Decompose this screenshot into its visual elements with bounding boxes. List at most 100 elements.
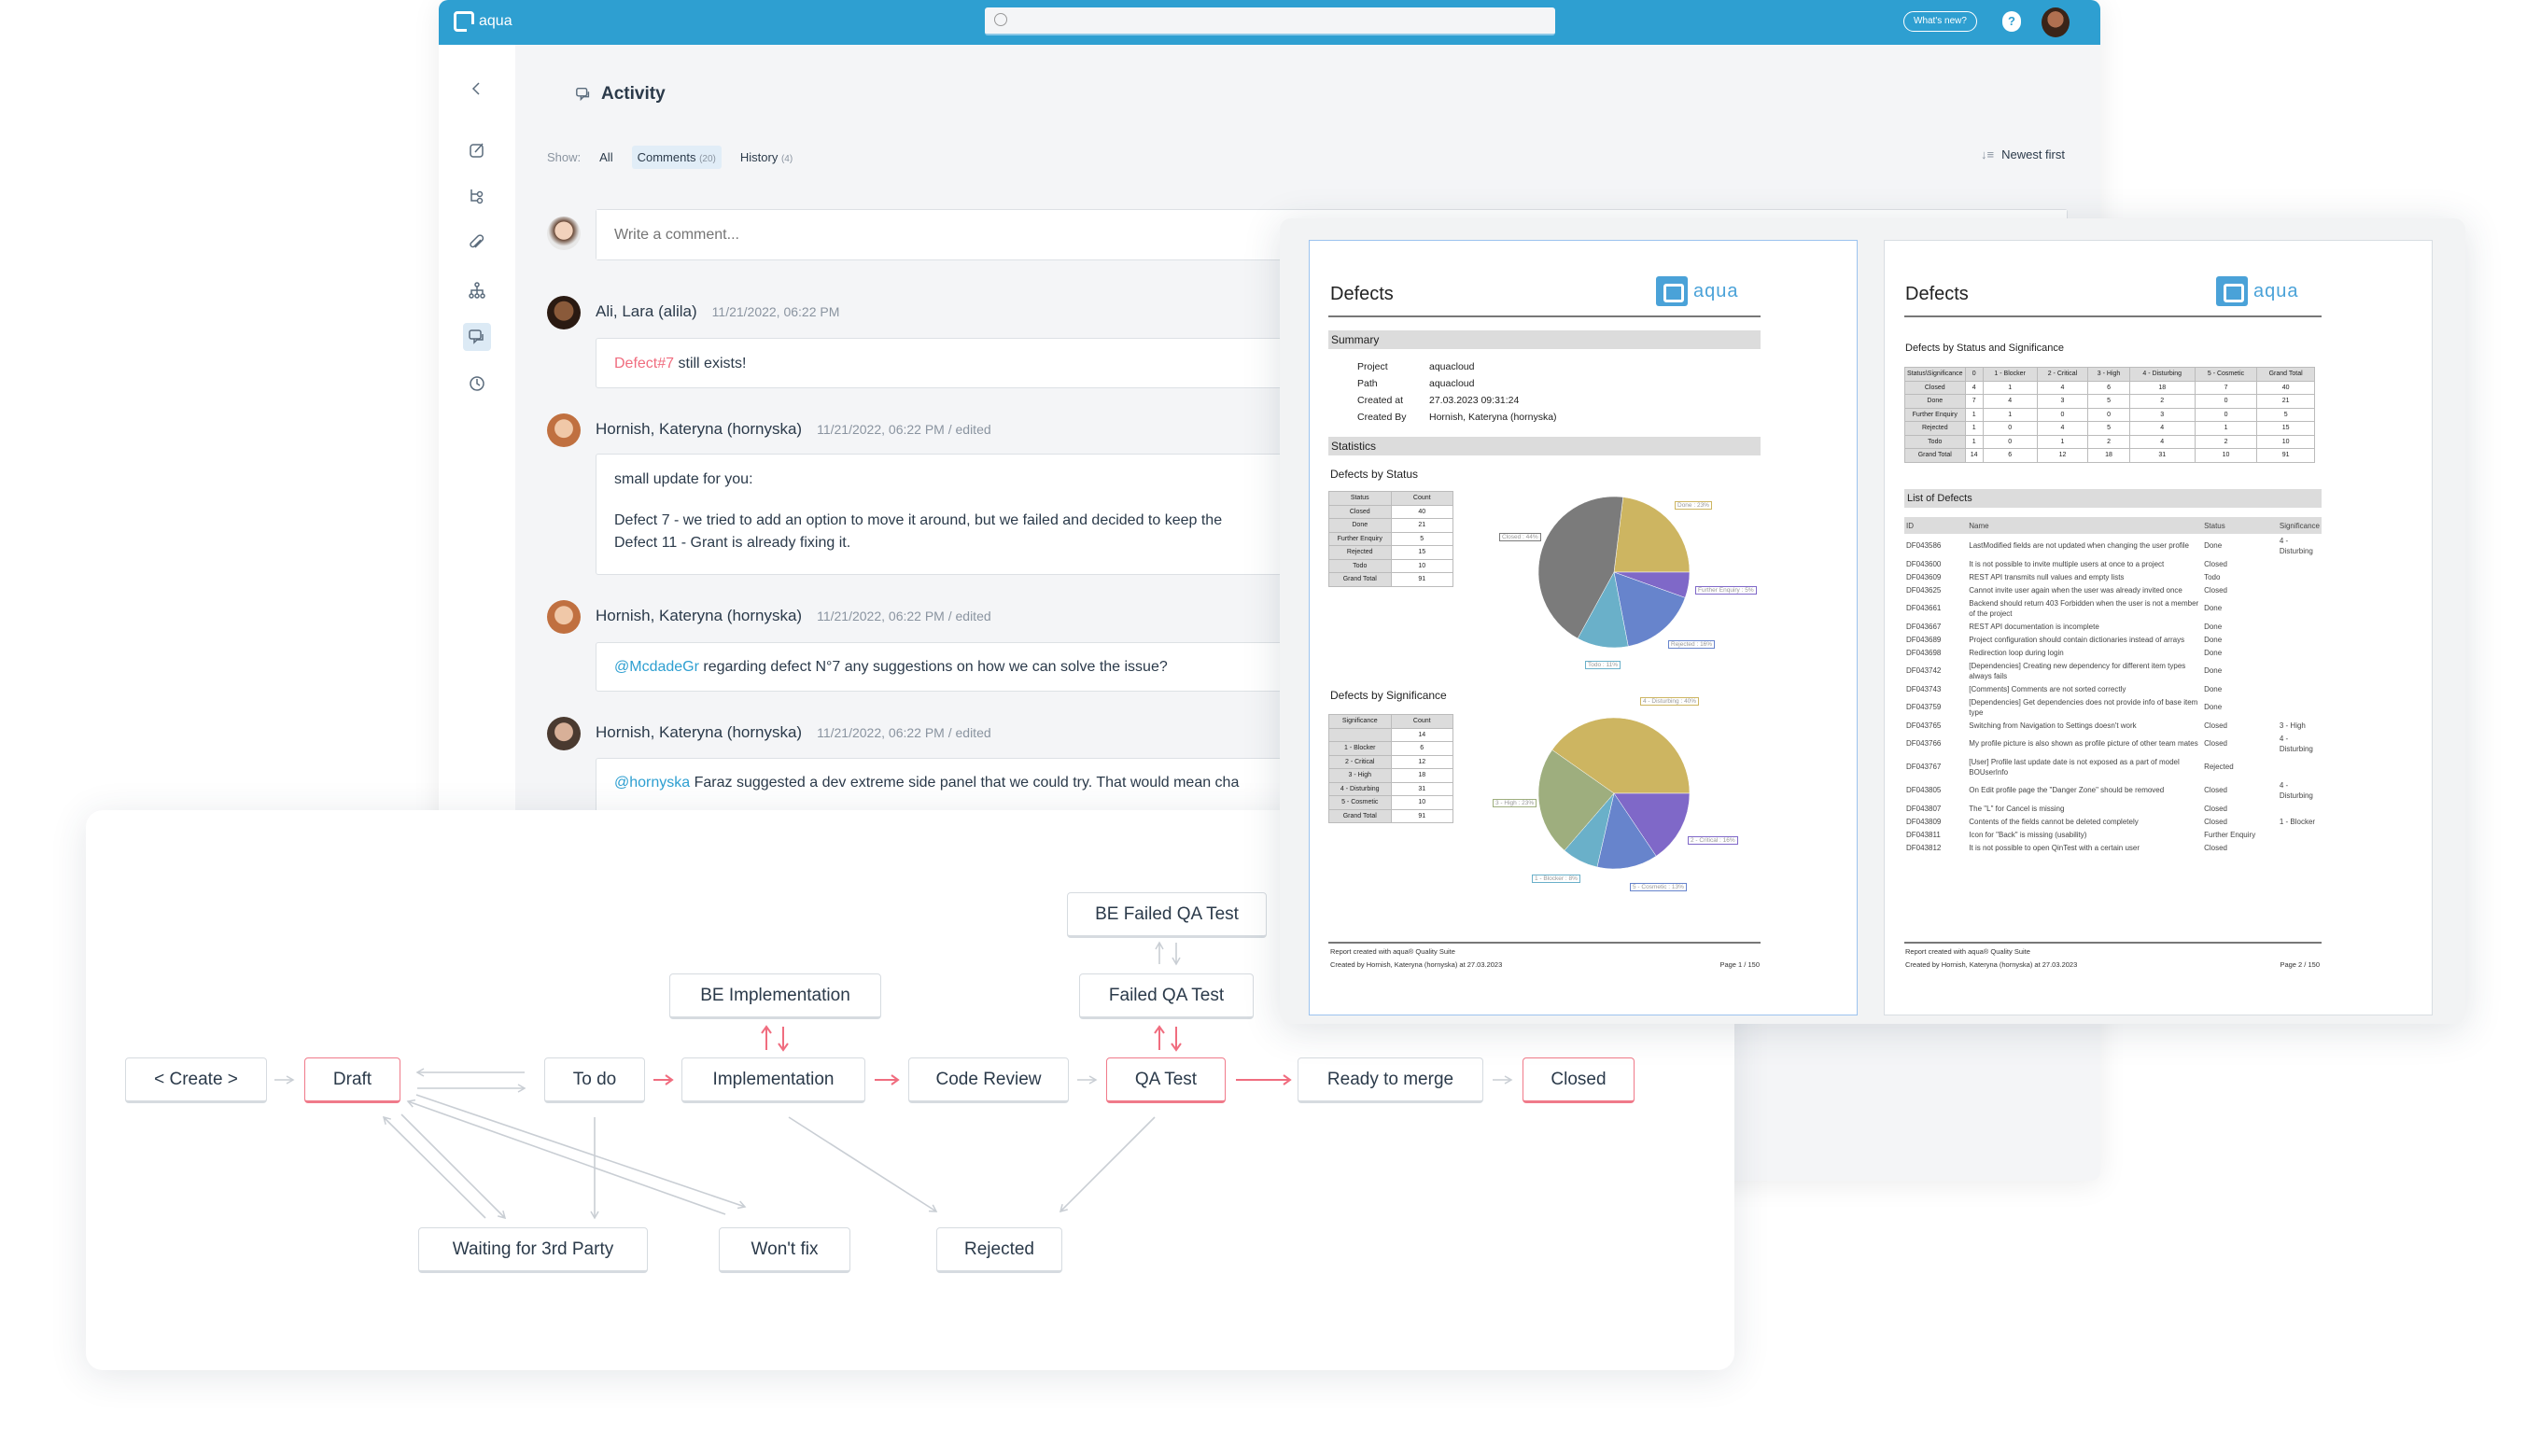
comment-text: still exists! [674, 356, 747, 371]
table-cell [2278, 557, 2322, 570]
footer-line: Report created with aqua® Quality Suite [1330, 947, 1455, 956]
comment-header: Hornish, Kateryna (hornyska) 11/21/2022,… [596, 420, 991, 439]
table-cell: 0 [1982, 421, 2038, 436]
search-input[interactable] [1013, 7, 1545, 34]
comments-icon[interactable] [463, 323, 491, 351]
table-cell: 4 [2128, 434, 2196, 449]
comment-timestamp: 11/21/2022, 06:22 PM / edited [817, 725, 991, 740]
filter-count: (4) [780, 154, 793, 164]
state-be-failed-qa-test[interactable]: BE Failed QA Test [1067, 892, 1267, 938]
comment-author[interactable]: Hornish, Kateryna (hornyska) [596, 607, 802, 625]
history-clock-icon[interactable] [463, 370, 491, 398]
state-ready-to-merge[interactable]: Ready to merge [1298, 1057, 1483, 1103]
list-heading: List of Defects [1904, 489, 2322, 508]
state-be-implementation[interactable]: BE Implementation [669, 973, 881, 1019]
state-waiting-3rd-party[interactable]: Waiting for 3rd Party [418, 1227, 648, 1273]
state-todo[interactable]: To do [544, 1057, 645, 1103]
filter-all[interactable]: All [594, 146, 618, 169]
comment-timestamp: 11/21/2022, 06:22 PM [711, 304, 840, 319]
defect-row: DF043759 [Dependencies] Get dependencies … [1904, 695, 2322, 719]
table-cell [2278, 620, 2322, 633]
table-cell: 91 [2256, 448, 2315, 463]
table-cell: Closed [2204, 804, 2227, 813]
comment-author[interactable]: Hornish, Kateryna (hornyska) [596, 420, 802, 439]
table-cell: It is not possible to open QinTest with … [1969, 843, 2140, 852]
comment-author[interactable]: Hornish, Kateryna (hornyska) [596, 723, 802, 742]
table-cell: Closed [2204, 585, 2227, 595]
pie-label: Rejected : 16% [1668, 640, 1716, 649]
state-code-review[interactable]: Code Review [908, 1057, 1069, 1103]
table-cell: 4 - Disturbing [2279, 780, 2313, 800]
state-create[interactable]: < Create > [125, 1057, 267, 1103]
table-cell: Further Enquiry [1904, 407, 1966, 422]
table-cell: Backend should return 403 Forbidden when… [1969, 598, 2199, 618]
tree-icon[interactable] [463, 182, 491, 210]
mention-link[interactable]: @McdadeGr [614, 659, 699, 675]
table-cell: Closed [1904, 380, 1966, 395]
matrix-title: Defects by Status and Significance [1905, 343, 2064, 354]
hierarchy-icon[interactable] [463, 276, 491, 304]
aqua-logo[interactable]: aqua [454, 11, 512, 32]
whats-new-button[interactable]: What's new? [1903, 11, 1977, 32]
table-cell: 0 [1982, 434, 2038, 449]
table-cell: Done [2204, 648, 2223, 657]
table-cell: 1 [2194, 421, 2258, 436]
attachment-icon[interactable] [463, 229, 491, 257]
defect-row: DF043767 [User] Profile last update date … [1904, 755, 2322, 778]
mention-link[interactable]: @hornyska [614, 775, 690, 791]
table-cell: Closed [2204, 817, 2227, 826]
state-rejected[interactable]: Rejected [936, 1227, 1062, 1273]
table-cell: 4 [1982, 394, 2038, 409]
table-cell: [Dependencies] Get dependencies does not… [1969, 697, 2198, 717]
defect-link[interactable]: Defect#7 [614, 356, 674, 371]
footer-divider [1904, 942, 2322, 944]
state-draft[interactable]: Draft [304, 1057, 400, 1103]
state-qa-test[interactable]: QA Test [1106, 1057, 1226, 1103]
table-cell: 4 [2036, 380, 2089, 395]
table-cell: Done [1904, 394, 1966, 409]
table-cell: 1 [1982, 380, 2038, 395]
table-header-cell: 4 - Disturbing [2128, 367, 2196, 382]
state-wont-fix[interactable]: Won't fix [719, 1227, 850, 1273]
table-cell: DF043766 [1906, 739, 1942, 748]
state-closed[interactable]: Closed [1523, 1057, 1635, 1103]
state-implementation[interactable]: Implementation [681, 1057, 865, 1103]
aqua-logo-icon [454, 11, 474, 32]
table-cell: 7 [2194, 380, 2258, 395]
table-cell: 2 [2087, 434, 2130, 449]
table-cell: Todo [1904, 434, 1966, 449]
comment-author[interactable]: Ali, Lara (alila) [596, 302, 697, 321]
filter-label: Comments [637, 150, 696, 164]
user-avatar[interactable] [2042, 7, 2070, 37]
report-title: Defects [1905, 284, 1969, 304]
sort-button[interactable]: ↓≡ Newest first [1981, 147, 2065, 161]
table-cell: Contents of the fields cannot be deleted… [1969, 817, 2139, 826]
table-header-cell: 5 - Cosmetic [2194, 367, 2258, 382]
table-cell: 1 [1964, 407, 1984, 422]
table-cell: 1 [1964, 421, 1984, 436]
defect-row: DF043586 LastModified fields are not upda… [1904, 534, 2322, 557]
table-cell: 21 [2256, 394, 2315, 409]
arrow-draft-wontfix [415, 1094, 747, 1210]
filter-history[interactable]: History (4) [735, 146, 798, 169]
global-search[interactable] [985, 7, 1555, 35]
table-cell: 4 [1964, 380, 1984, 395]
edit-icon[interactable] [463, 136, 491, 164]
show-label: Show: [547, 150, 582, 164]
table-cell: 12 [2036, 448, 2089, 463]
table-cell: DF043689 [1906, 635, 1942, 644]
defect-row: DF043698 Redirection loop during login Don… [1904, 646, 2322, 659]
table-cell: 4 - Disturbing [2279, 734, 2313, 753]
pie-label: Done : 23% [1675, 501, 1712, 510]
filter-comments[interactable]: Comments (20) [631, 146, 722, 169]
table-cell: It is not possible to invite multiple us… [1969, 559, 2165, 568]
table-cell: 5 [2087, 394, 2130, 409]
back-chevron-icon[interactable] [463, 75, 491, 103]
table-header-cell: 3 - High [2087, 367, 2130, 382]
state-failed-qa-test[interactable]: Failed QA Test [1079, 973, 1254, 1019]
table-cell [2278, 828, 2322, 841]
table-cell: My profile picture is also shown as prof… [1969, 739, 2198, 748]
help-icon[interactable]: ? [2002, 11, 2021, 32]
comment-avatar [547, 717, 581, 750]
pie-label: Further Enquiry : 5% [1695, 586, 1757, 595]
